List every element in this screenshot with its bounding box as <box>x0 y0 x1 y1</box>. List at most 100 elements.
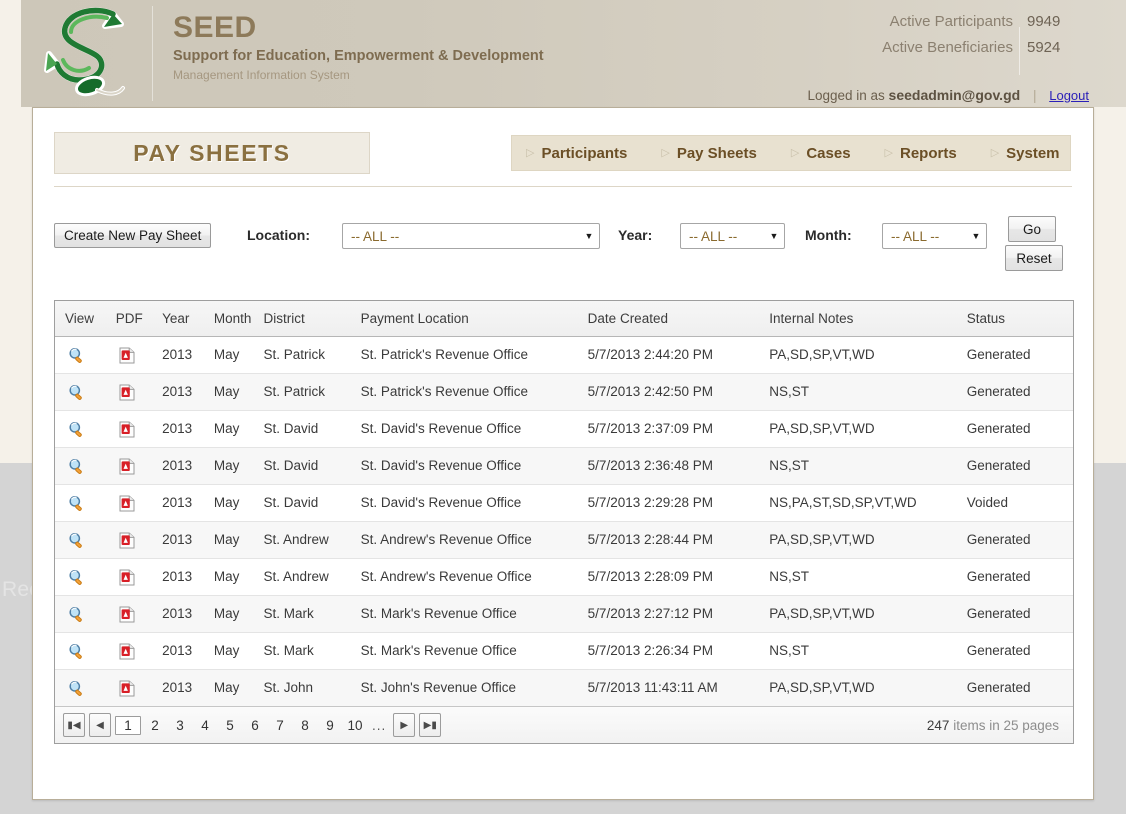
view-cell[interactable] <box>55 336 106 374</box>
page-number-10[interactable]: 10 <box>344 717 366 734</box>
arrow-left-icon[interactable]: ◀ <box>89 713 111 737</box>
pdf-cell[interactable] <box>105 336 153 374</box>
pdf-file-icon[interactable] <box>119 384 135 401</box>
skip-last-icon[interactable]: ▶▮ <box>419 713 442 737</box>
arrow-right-icon[interactable]: ▶ <box>393 713 416 737</box>
view-cell[interactable] <box>55 373 106 411</box>
content-panel: PAY SHEETS ▷ Participants ▷ Pay Sheets ▷… <box>32 107 1094 800</box>
year-select[interactable]: -- ALL -- ▼ <box>680 223 785 249</box>
view-cell[interactable] <box>55 558 106 596</box>
magnifier-icon[interactable] <box>68 421 85 438</box>
view-cell[interactable] <box>55 669 106 706</box>
cell-year: 2013 <box>152 447 204 485</box>
pagination-info: 247 items in 25 pages <box>927 718 1063 733</box>
pdf-cell[interactable] <box>105 447 153 485</box>
pdf-cell[interactable] <box>105 558 153 596</box>
cell-month: May <box>203 336 254 374</box>
magnifier-icon[interactable] <box>68 384 85 401</box>
triangle-right-icon: ▷ <box>790 146 800 159</box>
pdf-cell[interactable] <box>105 410 153 448</box>
table-row[interactable]: 2013 May St. Mark St. Mark's Revenue Office… <box>55 595 1073 633</box>
view-cell[interactable] <box>55 484 106 522</box>
month-label: Month: <box>805 227 852 243</box>
cell-date-created: 5/7/2013 2:36:48 PM <box>577 447 760 485</box>
pdf-cell[interactable] <box>105 484 153 522</box>
nav-item-pay-sheets[interactable]: ▷ Pay Sheets <box>661 145 757 162</box>
view-cell[interactable] <box>55 595 106 633</box>
cell-internal-notes: NS,ST <box>759 373 957 411</box>
stats-divider <box>1019 27 1020 75</box>
table-row[interactable]: 2013 May St. David St. David's Revenue Offi… <box>55 410 1073 448</box>
pdf-file-icon[interactable] <box>119 347 135 364</box>
nav-item-cases[interactable]: ▷ Cases <box>791 145 851 162</box>
magnifier-icon[interactable] <box>68 458 85 475</box>
cell-year: 2013 <box>152 521 204 559</box>
logout-link[interactable]: Logout <box>1049 88 1089 103</box>
magnifier-icon[interactable] <box>68 532 85 549</box>
location-select[interactable]: -- ALL -- ▼ <box>342 223 600 249</box>
magnifier-icon[interactable] <box>68 495 85 512</box>
month-select[interactable]: -- ALL -- ▼ <box>882 223 987 249</box>
table-row[interactable]: 2013 May St. Andrew St. Andrew's Revenue Of… <box>55 521 1073 559</box>
page-number-4[interactable]: 4 <box>194 717 216 734</box>
pdf-file-icon[interactable] <box>119 606 135 623</box>
pdf-cell[interactable] <box>105 595 153 633</box>
create-new-pay-sheet-button[interactable]: Create New Pay Sheet <box>54 223 212 248</box>
magnifier-icon[interactable] <box>68 569 85 586</box>
page-number-7[interactable]: 7 <box>269 717 291 734</box>
page-number-5[interactable]: 5 <box>219 717 241 734</box>
page-number-6[interactable]: 6 <box>244 717 266 734</box>
cell-status: Generated <box>956 373 1073 411</box>
pdf-file-icon[interactable] <box>119 458 135 475</box>
table-row[interactable]: 2013 May St. Patrick St. Patrick's Revenue … <box>55 373 1073 411</box>
magnifier-icon[interactable] <box>68 347 85 364</box>
logged-in-label: Logged in as <box>807 88 885 103</box>
pdf-file-icon[interactable] <box>119 569 135 586</box>
magnifier-icon[interactable] <box>68 680 85 697</box>
pdf-file-icon[interactable] <box>119 495 135 512</box>
pdf-file-icon[interactable] <box>119 680 135 697</box>
pay-sheets-grid: View PDF Year Month District Payment Loc… <box>54 300 1074 744</box>
pdf-cell[interactable] <box>105 669 153 706</box>
nav-item-participants[interactable]: ▷ Participants <box>526 145 627 162</box>
page-number-2[interactable]: 2 <box>144 717 166 734</box>
view-cell[interactable] <box>55 521 106 559</box>
view-cell[interactable] <box>55 632 106 670</box>
page-number-1[interactable]: 1 <box>115 715 141 735</box>
cell-year: 2013 <box>152 632 204 670</box>
view-cell[interactable] <box>55 410 106 448</box>
magnifier-icon[interactable] <box>68 606 85 623</box>
reset-button[interactable]: Reset <box>1005 245 1063 271</box>
chevron-down-icon: ▼ <box>584 231 594 241</box>
magnifier-icon[interactable] <box>68 643 85 660</box>
table-row[interactable]: 2013 May St. Patrick St. Patrick's Revenue … <box>55 336 1073 374</box>
cell-internal-notes: PA,SD,SP,VT,WD <box>759 669 957 706</box>
pdf-cell[interactable] <box>105 373 153 411</box>
pdf-file-icon[interactable] <box>119 643 135 660</box>
skip-first-icon[interactable]: ▮◀ <box>63 713 85 737</box>
cell-payment-location: St. David's Revenue Office <box>350 447 578 485</box>
cell-payment-location: St. David's Revenue Office <box>350 410 578 448</box>
table-row[interactable]: 2013 May St. David St. David's Revenue Offi… <box>55 484 1073 522</box>
table-row[interactable]: 2013 May St. Mark St. Mark's Revenue Office… <box>55 632 1073 670</box>
go-button[interactable]: Go <box>1008 216 1056 242</box>
cell-payment-location: St. Andrew's Revenue Office <box>350 558 578 596</box>
table-row[interactable]: 2013 May St. Andrew St. Andrew's Revenue Of… <box>55 558 1073 596</box>
pdf-cell[interactable] <box>105 632 153 670</box>
stat-value: 9949 <box>1027 13 1061 30</box>
pdf-file-icon[interactable] <box>119 532 135 549</box>
page-number-8[interactable]: 8 <box>294 717 316 734</box>
pdf-file-icon[interactable] <box>119 421 135 438</box>
cell-status: Generated <box>956 336 1073 374</box>
view-cell[interactable] <box>55 447 106 485</box>
nav-item-system[interactable]: ▷ System <box>991 145 1060 162</box>
year-select-value: -- ALL -- <box>689 228 738 244</box>
brand-tagline: Management Information System <box>173 68 350 82</box>
pagination-bar: ▮◀ ◀ 1 2 3 4 5 6 7 8 9 10 ... ▶ ▶▮ 247 items in 2… <box>55 706 1073 743</box>
table-row[interactable]: 2013 May St. David St. David's Revenue Offi… <box>55 447 1073 485</box>
page-number-3[interactable]: 3 <box>169 717 191 734</box>
nav-item-reports[interactable]: ▷ Reports <box>885 145 957 162</box>
page-number-9[interactable]: 9 <box>319 717 341 734</box>
table-row[interactable]: 2013 May St. John St. John's Revenue Office… <box>55 669 1073 706</box>
pdf-cell[interactable] <box>105 521 153 559</box>
